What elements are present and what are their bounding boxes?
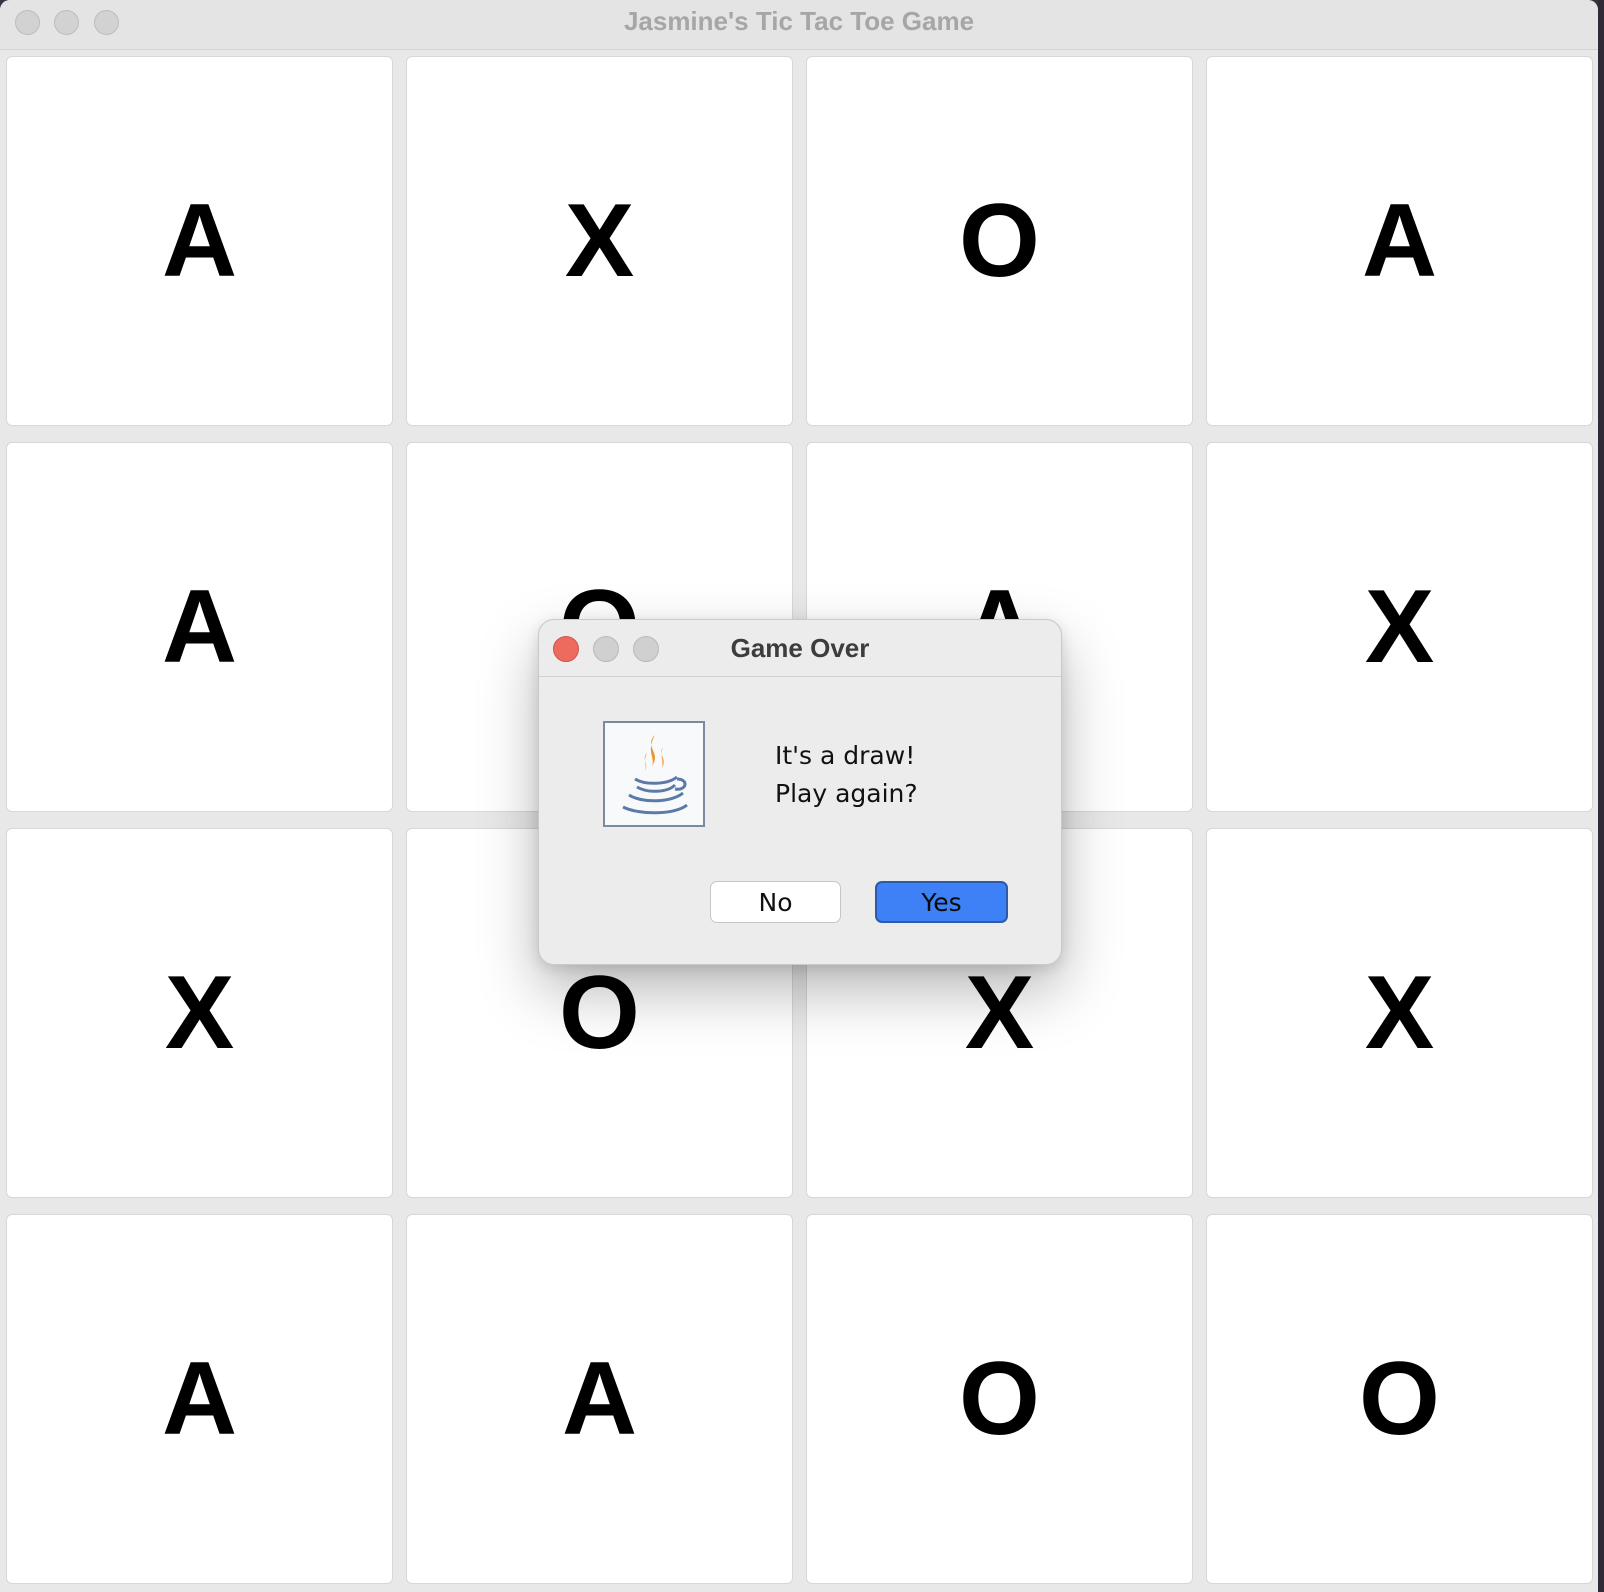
board-cell[interactable]: X — [6, 828, 393, 1198]
window-title: Jasmine's Tic Tac Toe Game — [623, 6, 975, 36]
board-cell[interactable]: A — [6, 1214, 393, 1584]
dialog-titlebar: Game Over — [539, 620, 1061, 677]
board-cell[interactable]: A — [6, 442, 393, 812]
window-titlebar: Jasmine's Tic Tac Toe Game — [0, 0, 1598, 50]
board-cell[interactable]: A — [406, 1214, 793, 1584]
board-cell[interactable]: X — [1206, 828, 1593, 1198]
java-icon — [603, 721, 705, 827]
board-cell[interactable]: A — [1206, 56, 1593, 426]
board-cell[interactable]: O — [806, 56, 1193, 426]
dialog-title: Game Over — [730, 633, 870, 663]
board-cell[interactable]: X — [406, 56, 793, 426]
board-cell[interactable]: X — [1206, 442, 1593, 812]
no-button[interactable]: No — [710, 881, 841, 923]
dialog-message: It's a draw! Play again? — [775, 737, 918, 813]
board-cell[interactable]: A — [6, 56, 393, 426]
desktop-background-edge — [1598, 0, 1604, 1592]
yes-button[interactable]: Yes — [875, 881, 1008, 923]
message-line: It's a draw! — [775, 741, 916, 770]
game-over-dialog: Game Over It's a draw! Play again? No Ye… — [538, 619, 1062, 965]
board-cell[interactable]: O — [1206, 1214, 1593, 1584]
game-window: Jasmine's Tic Tac Toe Game A X O A A O A… — [0, 0, 1598, 1592]
message-line: Play again? — [775, 779, 918, 808]
board-cell[interactable]: O — [806, 1214, 1193, 1584]
